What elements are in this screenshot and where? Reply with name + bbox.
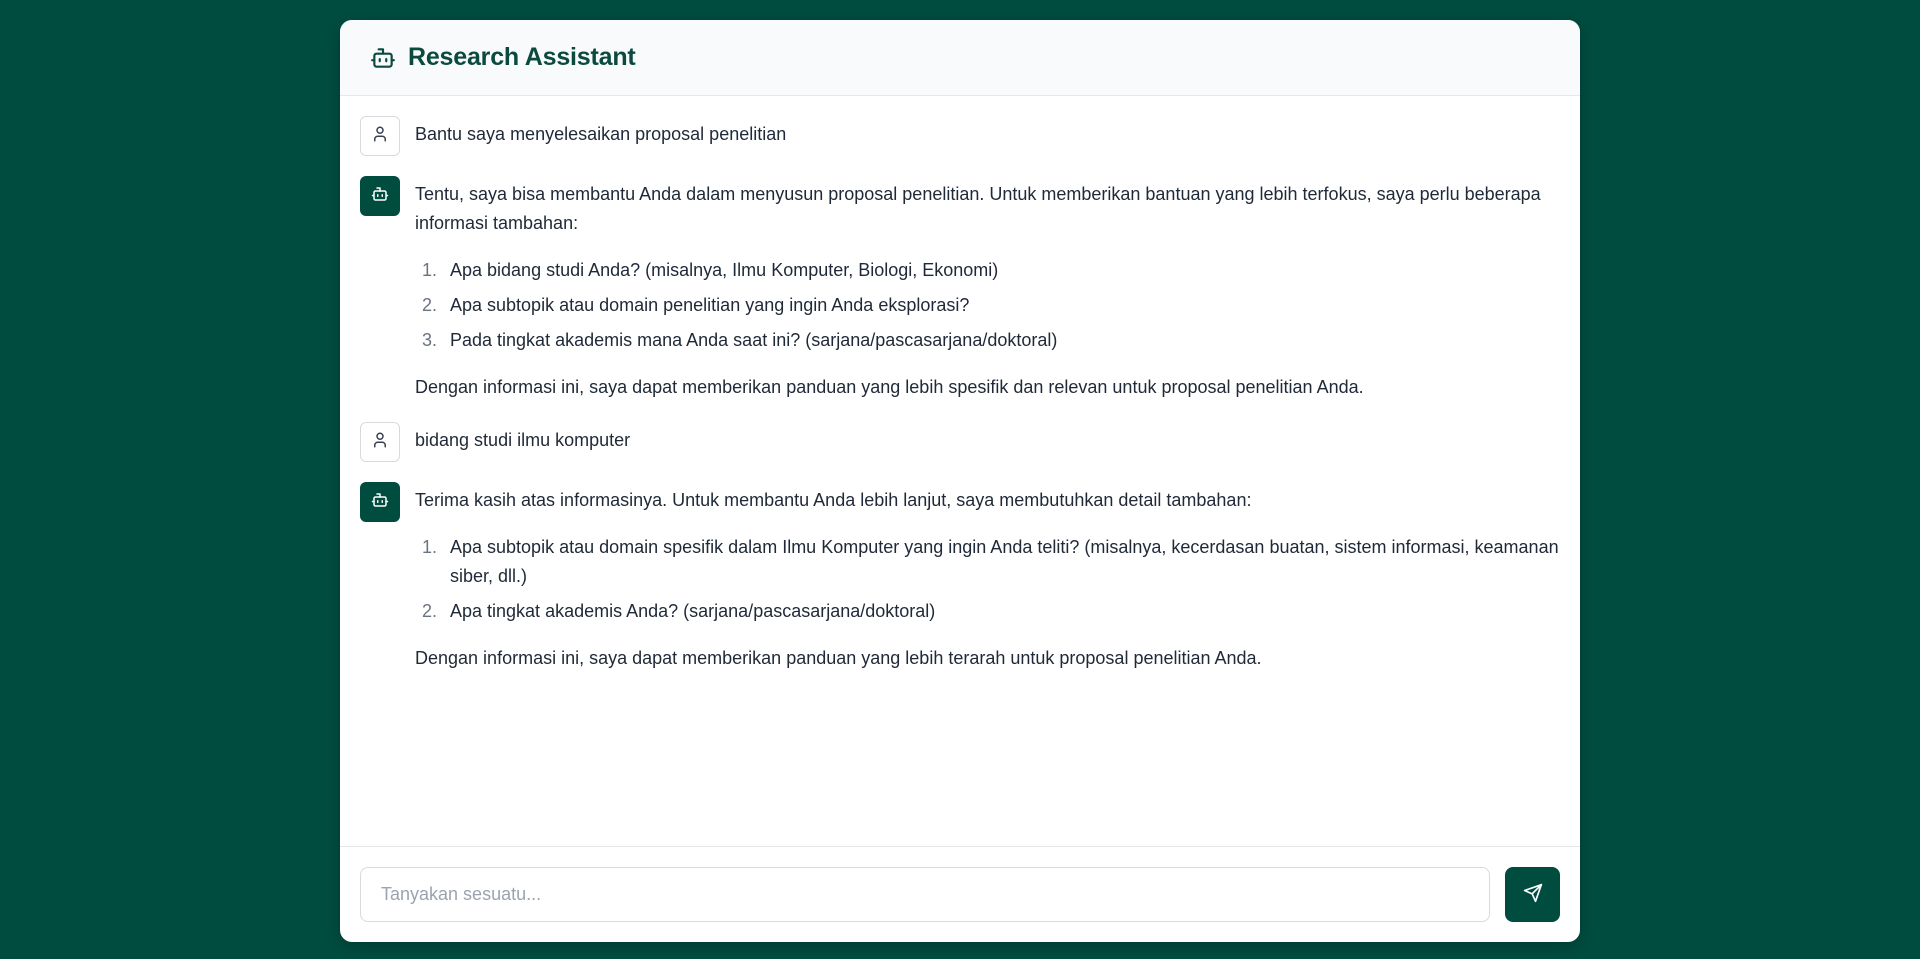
list-number: 2. bbox=[422, 601, 438, 621]
message-content: Tentu, saya bisa membantu Anda dalam men… bbox=[415, 176, 1560, 402]
message-list[interactable]: Bantu saya menyelesaikan proposal peneli… bbox=[340, 96, 1580, 846]
list-item: 2. Apa subtopik atau domain penelitian ya… bbox=[415, 291, 1560, 320]
robot-icon bbox=[370, 45, 396, 71]
robot-icon bbox=[371, 185, 389, 208]
chat-window: Research Assistant Bantu saya menyelesai… bbox=[340, 20, 1580, 942]
list-item: 1. Apa bidang studi Anda? (misalnya, Ilmu… bbox=[415, 256, 1560, 285]
message-text: Bantu saya menyelesaikan proposal peneli… bbox=[415, 124, 787, 144]
message-intro: Tentu, saya bisa membantu Anda dalam men… bbox=[415, 184, 1541, 233]
numbered-list: 1. Apa subtopik atau domain spesifik dala… bbox=[415, 533, 1560, 626]
send-icon bbox=[1523, 883, 1543, 906]
message-content: Bantu saya menyelesaikan proposal peneli… bbox=[415, 116, 786, 149]
assistant-avatar bbox=[360, 482, 400, 522]
list-item-text: Apa bidang studi Anda? (misalnya, Ilmu K… bbox=[450, 260, 999, 280]
list-item: 3. Pada tingkat akademis mana Anda saat i… bbox=[415, 326, 1560, 355]
user-avatar bbox=[360, 422, 400, 462]
message-input[interactable] bbox=[360, 867, 1490, 922]
user-icon bbox=[371, 431, 389, 454]
assistant-message: Terima kasih atas informasinya. Untuk me… bbox=[360, 482, 1560, 673]
user-avatar bbox=[360, 116, 400, 156]
message-text: bidang studi ilmu komputer bbox=[415, 430, 631, 450]
user-message: bidang studi ilmu komputer bbox=[360, 422, 1560, 462]
send-button[interactable] bbox=[1505, 867, 1560, 922]
list-item-text: Apa subtopik atau domain penelitian yang… bbox=[450, 295, 970, 315]
list-item: 2. Apa tingkat akademis Anda? (sarjana/pa… bbox=[415, 597, 1560, 626]
list-item-text: Pada tingkat akademis mana Anda saat ini… bbox=[450, 330, 1058, 350]
list-item-text: Apa subtopik atau domain spesifik dalam … bbox=[450, 537, 1559, 586]
list-number: 2. bbox=[422, 295, 438, 315]
list-item: 1. Apa subtopik atau domain spesifik dala… bbox=[415, 533, 1560, 591]
robot-icon bbox=[371, 491, 389, 514]
list-number: 3. bbox=[422, 330, 438, 350]
message-content: Terima kasih atas informasinya. Untuk me… bbox=[415, 482, 1560, 673]
assistant-avatar bbox=[360, 176, 400, 216]
user-message: Bantu saya menyelesaikan proposal peneli… bbox=[360, 116, 1560, 156]
list-item-text: Apa tingkat akademis Anda? (sarjana/pasc… bbox=[450, 601, 936, 621]
page-title: Research Assistant bbox=[408, 43, 636, 71]
composer bbox=[340, 846, 1580, 942]
assistant-message: Tentu, saya bisa membantu Anda dalam men… bbox=[360, 176, 1560, 402]
chat-header: Research Assistant bbox=[340, 20, 1580, 96]
list-number: 1. bbox=[422, 537, 438, 557]
numbered-list: 1. Apa bidang studi Anda? (misalnya, Ilmu… bbox=[415, 256, 1560, 355]
user-icon bbox=[371, 125, 389, 148]
list-number: 1. bbox=[422, 260, 438, 280]
message-outro: Dengan informasi ini, saya dapat memberi… bbox=[415, 648, 1262, 668]
message-content: bidang studi ilmu komputer bbox=[415, 422, 630, 455]
message-outro: Dengan informasi ini, saya dapat memberi… bbox=[415, 377, 1364, 397]
message-intro: Terima kasih atas informasinya. Untuk me… bbox=[415, 490, 1252, 510]
